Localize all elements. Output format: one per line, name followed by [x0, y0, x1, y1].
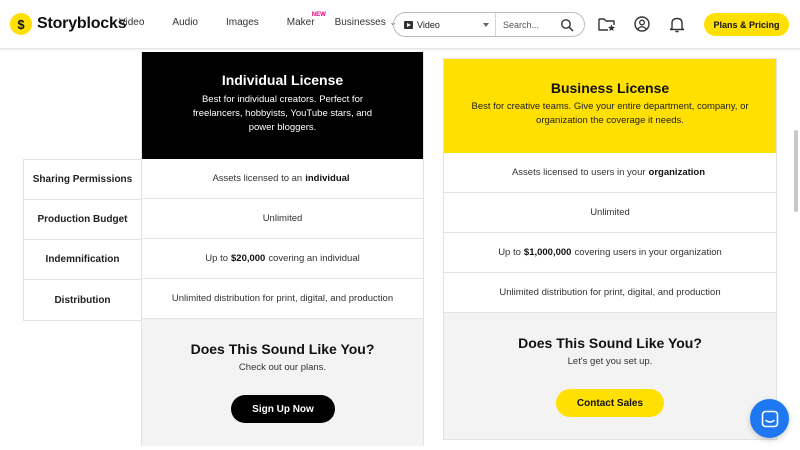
- video-play-icon: [404, 20, 413, 29]
- label-distribution: Distribution: [54, 294, 111, 306]
- label-sharing-permissions: Sharing Permissions: [24, 160, 141, 200]
- cell-text: Assets licensed to an: [212, 173, 303, 184]
- individual-budget-cell: Unlimited: [142, 199, 423, 239]
- nav-maker-label: Maker: [286, 17, 315, 28]
- business-cta-subtitle: Let's get you set up.: [567, 356, 653, 367]
- cell-text: covering an individual: [268, 253, 360, 264]
- business-license-title: Business License: [550, 80, 670, 96]
- individual-distribution-cell: Unlimited distribution for print, digita…: [142, 279, 423, 319]
- sign-up-now-button[interactable]: Sign Up Now: [231, 395, 335, 423]
- label-production-budget: Production Budget: [24, 200, 141, 240]
- contact-sales-button[interactable]: Contact Sales: [556, 389, 664, 417]
- notification-bell-icon[interactable]: [667, 14, 687, 34]
- nav-video[interactable]: Video: [119, 17, 144, 28]
- new-badge: NEW: [311, 12, 326, 18]
- business-distribution-cell: Unlimited distribution for print, digita…: [444, 273, 776, 313]
- business-cta-panel: Does This Sound Like You? Let's get you …: [444, 313, 776, 439]
- cell-bold: individual: [305, 173, 350, 184]
- logo-mark-icon: $: [10, 13, 32, 35]
- individual-license-header: Individual License Best for individual c…: [142, 52, 423, 159]
- chat-launcher-button[interactable]: [750, 399, 789, 438]
- individual-license-card: Individual License Best for individual c…: [141, 52, 424, 446]
- cell-bold: $1,000,000: [523, 247, 572, 258]
- top-header: $ Storyblocks Video Audio Images Maker N…: [0, 0, 800, 49]
- cell-text: covering users in your organization: [574, 247, 722, 258]
- main-nav: Video Audio Images Maker NEW Businesses ⌄: [119, 12, 424, 28]
- account-icon[interactable]: [632, 14, 652, 34]
- caret-down-icon: [483, 23, 489, 27]
- search-type-label: Video: [417, 19, 440, 30]
- search-icon[interactable]: [560, 18, 574, 32]
- cell-bold: $20,000: [231, 253, 266, 264]
- business-license-card: Business License Best for creative teams…: [443, 58, 777, 440]
- business-license-header: Business License Best for creative teams…: [444, 59, 776, 153]
- cell-text: Up to: [205, 253, 228, 264]
- search-input[interactable]: [503, 19, 567, 30]
- nav-businesses-label: Businesses: [334, 17, 386, 28]
- business-budget-cell: Unlimited: [444, 193, 776, 233]
- search-bar: Video: [393, 12, 585, 37]
- cell-text: Unlimited: [590, 207, 630, 218]
- storyblocks-logo[interactable]: $ Storyblocks: [10, 13, 127, 35]
- nav-audio[interactable]: Audio: [172, 17, 198, 28]
- chat-icon: [761, 410, 778, 427]
- individual-cta-title: Does This Sound Like You?: [190, 341, 375, 357]
- individual-sharing-cell: Assets licensed to an individual: [142, 159, 423, 199]
- cell-bold: organization: [648, 167, 706, 178]
- business-sharing-cell: Assets licensed to users in your organiza…: [444, 153, 776, 193]
- cell-text: Up to: [498, 247, 521, 258]
- business-cta-title: Does This Sound Like You?: [518, 335, 702, 351]
- individual-indemnification-cell: Up to $20,000 covering an individual: [142, 239, 423, 279]
- cell-text: Assets licensed to users in your: [511, 167, 646, 178]
- individual-license-title: Individual License: [221, 72, 344, 88]
- cell-text: Unlimited distribution for print, digita…: [171, 293, 394, 304]
- individual-cta-subtitle: Check out our plans.: [238, 362, 327, 373]
- nav-images[interactable]: Images: [226, 17, 259, 28]
- page-scrollbar-thumb[interactable]: [794, 130, 798, 212]
- label-indemnification: Indemnification: [24, 240, 141, 280]
- business-license-subtitle: Best for creative teams. Give your entir…: [471, 101, 749, 126]
- individual-cta-panel: Does This Sound Like You? Check out our …: [142, 319, 423, 446]
- business-indemnification-cell: Up to $1,000,000 covering users in your or…: [444, 233, 776, 273]
- nav-maker[interactable]: Maker NEW: [286, 12, 326, 28]
- search-type-select[interactable]: Video: [394, 13, 496, 36]
- plans-pricing-button[interactable]: Plans & Pricing: [704, 13, 789, 36]
- logo-text: Storyblocks: [37, 15, 127, 32]
- cell-text: Unlimited: [262, 213, 303, 224]
- cell-text: Unlimited distribution for print, digita…: [499, 287, 721, 298]
- folder-star-icon[interactable]: [597, 14, 617, 34]
- nav-businesses[interactable]: Businesses ⌄: [335, 17, 397, 28]
- row-labels: Sharing Permissions Production Budget In…: [23, 159, 141, 321]
- individual-license-subtitle: Best for individual creators. Perfect fo…: [192, 94, 373, 133]
